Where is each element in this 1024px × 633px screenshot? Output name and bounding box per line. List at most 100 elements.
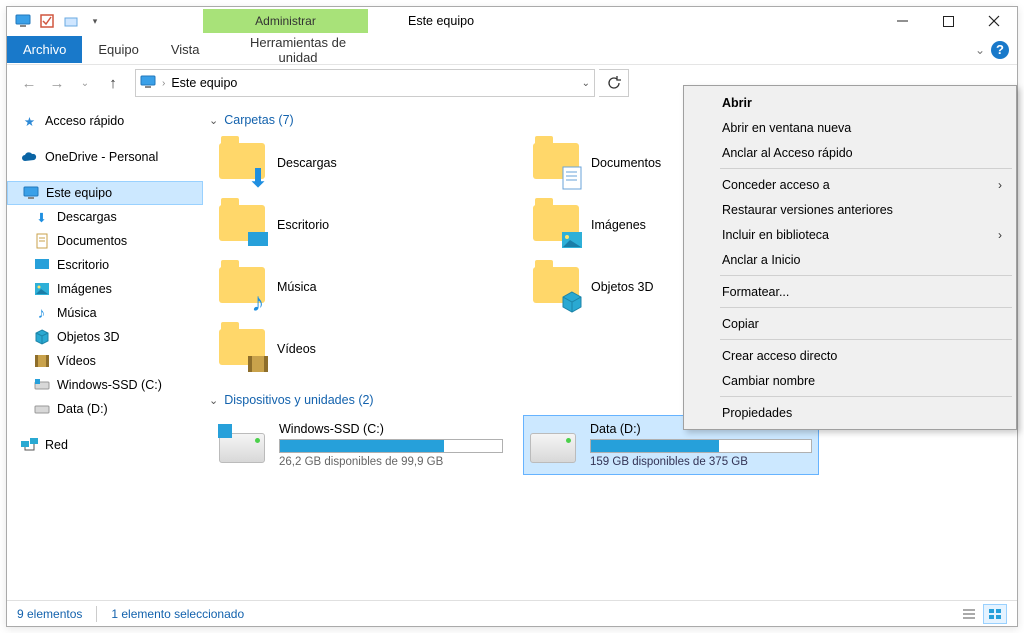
group-header-label: Dispositivos y unidades (2) (224, 393, 373, 407)
status-selection: 1 elemento seleccionado (111, 607, 244, 621)
view-tiles-button[interactable] (983, 604, 1007, 624)
maximize-button[interactable] (925, 7, 971, 35)
folder-icon (219, 201, 267, 249)
cm-open-new-window[interactable]: Abrir en ventana nueva (686, 115, 1014, 140)
separator (720, 307, 1012, 308)
sidebar-item-downloads[interactable]: ⬇Descargas (7, 205, 203, 229)
this-pc-icon (22, 185, 39, 202)
sidebar-item-drive-d[interactable]: Data (D:) (7, 397, 203, 421)
cm-format[interactable]: Formatear... (686, 279, 1014, 304)
address-dropdown-icon[interactable]: ⌄ (582, 78, 590, 89)
sidebar-item-label: Música (57, 306, 97, 320)
status-bar: 9 elementos 1 elemento seleccionado (7, 600, 1017, 626)
cm-copy[interactable]: Copiar (686, 311, 1014, 336)
drive-icon (33, 377, 50, 394)
address-bar[interactable]: › Este equipo ⌄ (135, 69, 595, 97)
folder-downloads[interactable]: ⬇ Descargas (213, 135, 513, 191)
music-icon: ♪ (33, 305, 50, 322)
recent-dropdown-icon[interactable]: ⌄ (73, 71, 97, 95)
explorer-window: ▾ Administrar Este equipo Archivo Equipo… (6, 6, 1018, 627)
breadcrumb[interactable]: Este equipo (171, 76, 237, 90)
sidebar-item-pictures[interactable]: Imágenes (7, 277, 203, 301)
sidebar-network[interactable]: Red (7, 433, 203, 457)
sidebar-item-label: Descargas (57, 210, 117, 224)
sidebar-item-label: Imágenes (57, 282, 112, 296)
folder-desktop[interactable]: Escritorio (213, 197, 513, 253)
separator (720, 339, 1012, 340)
sidebar-item-label: Acceso rápido (45, 114, 124, 128)
drive-icon (219, 421, 267, 469)
drive-free-text: 159 GB disponibles de 375 GB (590, 456, 812, 468)
sidebar-item-desktop[interactable]: Escritorio (7, 253, 203, 277)
sidebar-item-label: Documentos (57, 234, 127, 248)
sidebar-onedrive[interactable]: OneDrive - Personal (7, 145, 203, 169)
minimize-button[interactable] (879, 7, 925, 35)
cube-icon (33, 329, 50, 346)
network-icon (21, 437, 38, 454)
folder-music[interactable]: ♪ Música (213, 259, 513, 315)
forward-button[interactable]: → (45, 71, 69, 95)
drive-free-text: 26,2 GB disponibles de 99,9 GB (279, 456, 503, 468)
sidebar-item-drive-c[interactable]: Windows-SSD (C:) (7, 373, 203, 397)
folder-videos[interactable]: Vídeos (213, 321, 513, 377)
cm-grant-access[interactable]: Conceder acceso a › (686, 172, 1014, 197)
chevron-right-icon: › (998, 178, 1002, 192)
sidebar-item-documents[interactable]: Documentos (7, 229, 203, 253)
desktop-icon (33, 257, 50, 274)
new-folder-icon[interactable] (63, 13, 79, 29)
chevron-down-icon: ⌄ (209, 394, 218, 407)
tab-equipo[interactable]: Equipo (82, 36, 154, 63)
qat-dropdown-icon[interactable]: ▾ (87, 13, 103, 29)
sidebar-item-videos[interactable]: Vídeos (7, 349, 203, 373)
cm-pin-quick-access[interactable]: Anclar al Acceso rápido (686, 140, 1014, 165)
cm-label: Conceder acceso a (722, 178, 830, 192)
drive-icon (33, 401, 50, 418)
ribbon-tabs: Archivo Equipo Vista Herramientas de uni… (7, 35, 1017, 65)
chevron-down-icon: ⌄ (209, 114, 218, 127)
cm-include-library[interactable]: Incluir en biblioteca › (686, 222, 1014, 247)
chevron-right-icon: › (998, 228, 1002, 242)
cm-restore-versions[interactable]: Restaurar versiones anteriores (686, 197, 1014, 222)
file-tab[interactable]: Archivo (7, 36, 82, 63)
this-pc-icon (140, 74, 156, 93)
cm-label: Incluir en biblioteca (722, 228, 829, 242)
drive-usage-bar (590, 439, 812, 453)
folder-icon: ♪ (219, 263, 267, 311)
quick-access-toolbar: ▾ (7, 13, 111, 29)
sidebar-quick-access[interactable]: ★ Acceso rápido (7, 109, 203, 133)
view-details-button[interactable] (957, 604, 981, 624)
cm-open[interactable]: Abrir (686, 90, 1014, 115)
folder-label: Documentos (591, 156, 661, 170)
tab-vista[interactable]: Vista (155, 36, 216, 63)
folder-label: Imágenes (591, 218, 646, 232)
window-controls (879, 7, 1017, 35)
sidebar-item-music[interactable]: ♪ Música (7, 301, 203, 325)
cm-properties[interactable]: Propiedades (686, 400, 1014, 425)
sidebar-item-label: Red (45, 438, 68, 452)
drive-c[interactable]: Windows-SSD (C:) 26,2 GB disponibles de … (213, 415, 509, 475)
chevron-right-icon[interactable]: › (162, 78, 165, 89)
titlebar: ▾ Administrar Este equipo (7, 7, 1017, 35)
separator (720, 396, 1012, 397)
sidebar-item-label: OneDrive - Personal (45, 150, 158, 164)
folder-icon (219, 325, 267, 373)
divider (96, 606, 97, 622)
sidebar-item-label: Objetos 3D (57, 330, 120, 344)
up-button[interactable]: ↑ (101, 71, 125, 95)
close-button[interactable] (971, 7, 1017, 35)
sidebar-item-3d[interactable]: Objetos 3D (7, 325, 203, 349)
ribbon-collapse-icon[interactable]: ⌄ (975, 43, 985, 57)
help-icon[interactable]: ? (991, 41, 1009, 59)
cm-rename[interactable]: Cambiar nombre (686, 368, 1014, 393)
window-title: Este equipo (408, 14, 474, 28)
sidebar-this-pc[interactable]: Este equipo (7, 181, 203, 205)
properties-icon[interactable] (39, 13, 55, 29)
cm-create-shortcut[interactable]: Crear acceso directo (686, 343, 1014, 368)
sidebar-item-label: Escritorio (57, 258, 109, 272)
refresh-button[interactable] (599, 69, 629, 97)
cm-pin-start[interactable]: Anclar a Inicio (686, 247, 1014, 272)
drive-label: Windows-SSD (C:) (279, 422, 503, 436)
back-button[interactable]: ← (17, 71, 41, 95)
sidebar-item-label: Este equipo (46, 186, 112, 200)
this-pc-icon (15, 13, 31, 29)
